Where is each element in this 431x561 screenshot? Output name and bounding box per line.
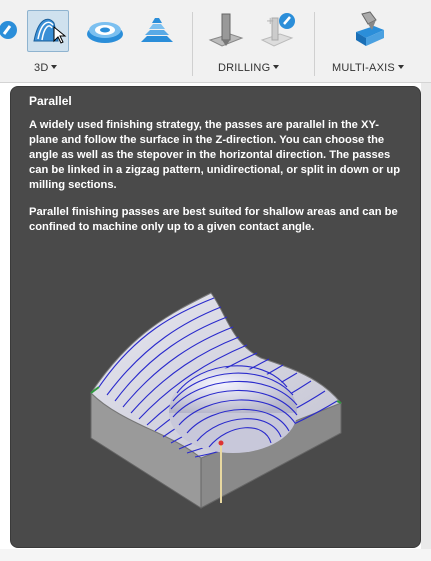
parallel-icon[interactable] — [27, 10, 69, 52]
hole-recognition-icon[interactable]: + — [258, 10, 298, 50]
parallel-tooltip: Parallel A widely used finishing strateg… — [10, 86, 421, 548]
toolbar-separator — [314, 12, 315, 76]
tooltip-paragraph: A widely used finishing strategy, the pa… — [29, 119, 401, 191]
parallel-toolpath-illustration — [90, 292, 342, 509]
canvas-edge-bottom — [0, 549, 431, 561]
multi-axis-icon[interactable] — [350, 10, 390, 50]
svg-text:+: + — [266, 16, 274, 27]
manufacture-toolbar: 3D + DRILLING MULTI-AXIS — [0, 0, 431, 83]
toolbar-separator — [192, 12, 193, 76]
drilling-menu[interactable]: DRILLING — [218, 62, 280, 74]
pocket-clearing-icon[interactable] — [85, 10, 125, 50]
multi-axis-menu[interactable]: MULTI-AXIS — [332, 62, 404, 74]
probe-icon[interactable] — [0, 10, 22, 50]
drill-icon[interactable] — [206, 10, 246, 50]
tooltip-title: Parallel — [29, 94, 72, 108]
3d-menu[interactable]: 3D — [34, 62, 58, 74]
canvas-edge — [421, 83, 431, 561]
tooltip-description: A widely used finishing strategy, the pa… — [29, 118, 401, 247]
tooltip-paragraph: Parallel finishing passes are best suite… — [29, 206, 398, 233]
waterline-icon[interactable] — [137, 10, 177, 50]
